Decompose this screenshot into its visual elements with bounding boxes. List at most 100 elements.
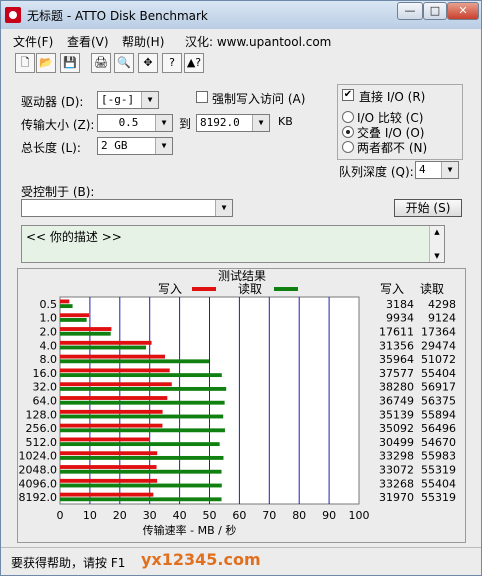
- results-title: 测试结果: [218, 269, 266, 283]
- write-bar: [60, 451, 158, 456]
- folder-icon: 📂: [39, 56, 53, 69]
- results-chart: 测试结果写入 读取 写入 读取 0 10 20 30 40 50 60 70 80 90 100 传输速率 -…: [19, 269, 457, 537]
- unit-label: KB: [278, 115, 293, 128]
- total-length-label: 总长度 (L):: [21, 141, 81, 155]
- pointer-question-icon: ▲?: [186, 56, 202, 69]
- write-value: 9934: [386, 312, 414, 325]
- context-help-button[interactable]: ▲?: [184, 53, 204, 73]
- y-tick-label: 32.0: [33, 381, 58, 394]
- description-text: << 你的描述 >>: [26, 230, 122, 244]
- drive-select[interactable]: [-g-] ▼: [97, 91, 159, 109]
- minimize-button[interactable]: —: [397, 2, 423, 20]
- status-text: 要获得帮助，请按 F1: [11, 556, 126, 570]
- y-tick-label: 8192.0: [19, 491, 58, 504]
- transfer-size-label: 传输大小 (Z):: [21, 118, 95, 132]
- y-tick-label: 8.0: [40, 353, 58, 366]
- chevron-down-icon: ▼: [252, 115, 269, 131]
- total-length-select[interactable]: 2 GB ▼: [97, 137, 173, 155]
- y-tick-label: 128.0: [26, 408, 58, 421]
- read-bar: [60, 497, 222, 502]
- y-tick-label: 256.0: [26, 422, 58, 435]
- write-value: 33072: [379, 464, 414, 477]
- y-tick-label: 2.0: [40, 326, 58, 339]
- x-tick-label: 10: [83, 509, 97, 522]
- force-write-checkbox[interactable]: [196, 91, 208, 103]
- legend-read-label: 读取: [238, 282, 262, 296]
- description-scrollbar[interactable]: ▲ ▼: [429, 226, 444, 262]
- menu-help[interactable]: 帮助(H): [122, 33, 164, 50]
- y-tick-label: 2048.0: [19, 464, 58, 477]
- read-value: 51072: [421, 353, 456, 366]
- read-bar: [60, 373, 222, 378]
- disk-icon: 💾: [63, 56, 77, 69]
- y-tick-label: 4.0: [40, 339, 58, 352]
- write-bar: [60, 409, 163, 414]
- x-tick-label: 100: [349, 509, 370, 522]
- io-compare-radio[interactable]: [342, 111, 354, 123]
- write-value: 37577: [379, 367, 414, 380]
- print-preview-button[interactable]: 🔍: [114, 53, 134, 73]
- new-button[interactable]: 🗋: [15, 53, 35, 73]
- main-window: 无标题 - ATTO Disk Benchmark — □ ✕ 文件(F) 查看…: [0, 0, 482, 576]
- help-button[interactable]: ?: [162, 53, 182, 73]
- x-tick-label: 60: [232, 509, 246, 522]
- legend-write-label: 写入: [158, 282, 182, 296]
- menu-localization[interactable]: 汉化: www.upantool.com: [185, 33, 331, 50]
- write-bar: [60, 382, 172, 387]
- read-value: 55319: [421, 491, 456, 504]
- write-value: 36749: [379, 395, 414, 408]
- read-value: 55404: [421, 367, 456, 380]
- write-bar: [60, 368, 170, 373]
- direct-io-checkbox[interactable]: ✔: [342, 89, 354, 101]
- transfer-from-select[interactable]: 0.5 ▼: [97, 114, 173, 132]
- y-tick-label: 1.0: [40, 312, 58, 325]
- write-bar: [60, 437, 150, 442]
- y-tick-label: 512.0: [26, 436, 58, 449]
- printer-icon: 🖨: [94, 56, 108, 69]
- open-button[interactable]: 📂: [36, 53, 56, 73]
- read-value: 56375: [421, 395, 456, 408]
- close-icon: ✕: [458, 4, 468, 17]
- write-value: 35964: [379, 353, 414, 366]
- menu-file[interactable]: 文件(F): [13, 33, 53, 50]
- maximize-icon: □: [429, 4, 441, 17]
- close-button[interactable]: ✕: [447, 2, 479, 20]
- read-value: 55983: [421, 450, 456, 463]
- results-panel: 测试结果 写入 读取 写入 读取 0 10 20 30 40 50 60 70 80 90 100 传输速率 -…: [17, 268, 466, 543]
- legend-read-swatch: [274, 287, 298, 291]
- read-bar: [60, 304, 73, 309]
- start-button[interactable]: 开始 (S): [394, 199, 462, 217]
- write-bar: [60, 478, 158, 483]
- read-bar: [60, 483, 222, 488]
- save-button[interactable]: 💾: [60, 53, 80, 73]
- drive-label: 驱动器 (D):: [21, 95, 84, 109]
- maximize-button[interactable]: □: [423, 2, 447, 20]
- queue-depth-label: 队列深度 (Q):: [339, 165, 414, 179]
- write-bar: [60, 396, 168, 400]
- move-button[interactable]: ✥: [138, 53, 158, 73]
- x-tick-label: 40: [173, 509, 187, 522]
- y-tick-label: 0.5: [40, 298, 58, 311]
- chevron-down-icon: ▼: [141, 92, 158, 108]
- read-value: 4298: [428, 298, 456, 311]
- write-value: 35139: [379, 408, 414, 421]
- write-bar: [60, 313, 90, 318]
- queue-depth-select[interactable]: 4 ▼: [415, 161, 459, 179]
- overlap-io-radio[interactable]: [342, 126, 354, 138]
- chevron-down-icon: ▼: [215, 200, 232, 216]
- menu-view[interactable]: 查看(V): [67, 33, 109, 50]
- controlled-by-label: 受控制于 (B):: [21, 185, 95, 199]
- checkmark-icon: ✔: [343, 89, 353, 100]
- transfer-to-select[interactable]: 8192.0 ▼: [196, 114, 270, 132]
- print-button[interactable]: 🖨: [91, 53, 111, 73]
- neither-radio[interactable]: [342, 141, 354, 153]
- transfer-from-value: 0.5: [118, 116, 139, 129]
- write-bar: [60, 465, 157, 469]
- title-bar[interactable]: 无标题 - ATTO Disk Benchmark — □ ✕: [1, 1, 481, 29]
- read-bar: [60, 469, 222, 474]
- drive-value: [-g-]: [101, 93, 135, 106]
- y-tick-label: 1024.0: [19, 450, 58, 463]
- neither-label: 两者都不 (N): [357, 141, 428, 155]
- description-field[interactable]: << 你的描述 >> ▲ ▼: [21, 225, 445, 263]
- controlled-by-select[interactable]: ▼: [21, 199, 233, 217]
